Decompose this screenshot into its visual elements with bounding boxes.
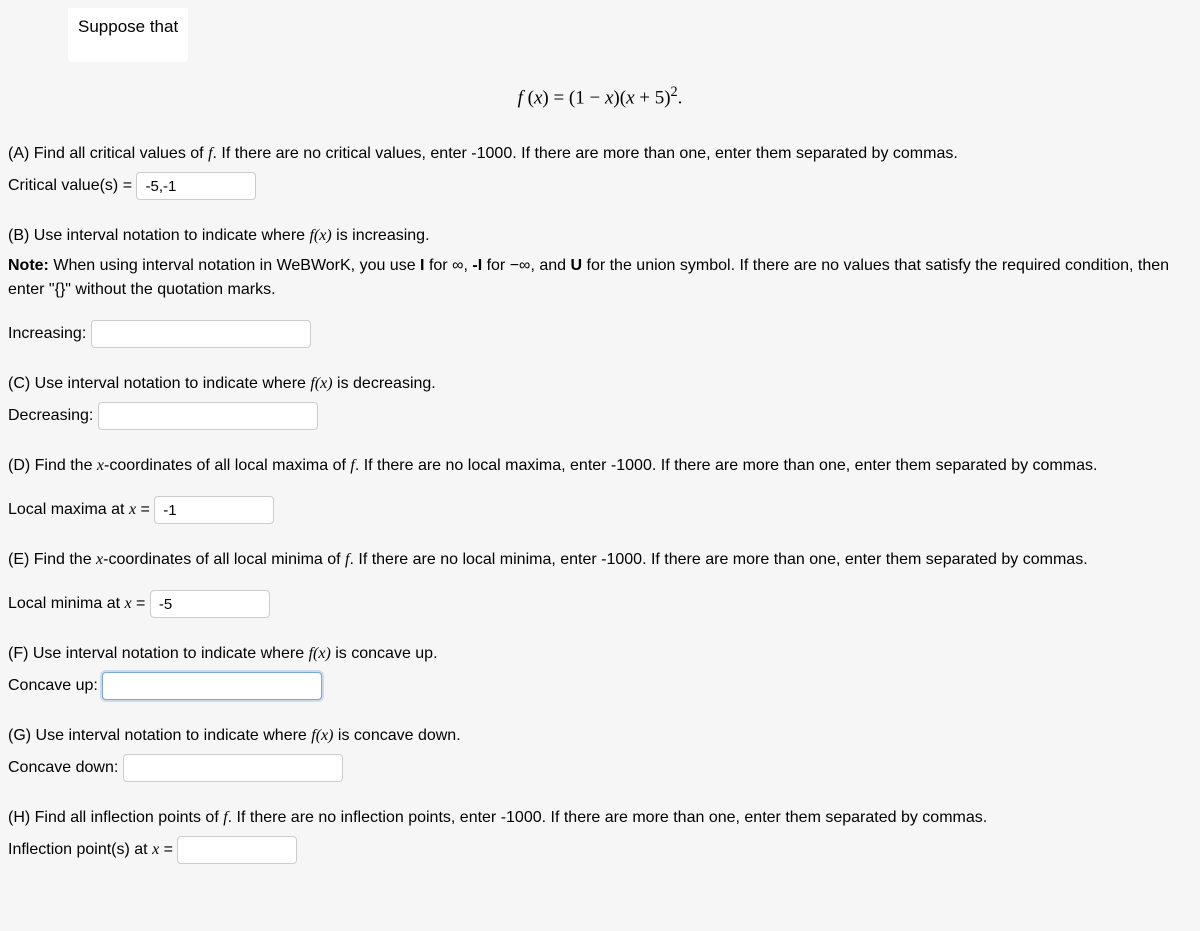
part-c-input-row: Decreasing:	[8, 402, 1192, 430]
part-a-input-row: Critical value(s) =	[8, 172, 1192, 200]
part-a: (A) Find all critical values of f. If th…	[8, 142, 1192, 200]
part-b: (B) Use interval notation to indicate wh…	[8, 224, 1192, 348]
fx-symbol-g: f(x)	[311, 727, 333, 744]
concave-up-label: Concave up:	[8, 678, 98, 695]
part-h: (H) Find all inflection points of f. If …	[8, 806, 1192, 864]
part-g-prompt: (G) Use interval notation to indicate wh…	[8, 724, 1192, 748]
inflection-label-after: =	[159, 842, 177, 859]
note-u: U	[570, 257, 582, 274]
part-a-text-after: . If there are no critical values, enter…	[213, 145, 958, 162]
part-a-text-before: (A) Find all critical values of	[8, 145, 208, 162]
part-h-text-after: . If there are no inflection points, ent…	[228, 809, 988, 826]
part-f-text-before: (F) Use interval notation to indicate wh…	[8, 645, 309, 662]
part-f: (F) Use interval notation to indicate wh…	[8, 642, 1192, 700]
inflection-input[interactable]	[177, 836, 297, 864]
intro-row: Suppose that	[8, 8, 1192, 62]
part-f-text-after: is concave up.	[331, 645, 438, 662]
part-h-prompt: (H) Find all inflection points of f. If …	[8, 806, 1192, 830]
part-e-text-before: (E) Find the	[8, 551, 96, 568]
decreasing-input[interactable]	[98, 402, 318, 430]
local-minima-input[interactable]	[150, 590, 270, 618]
part-g-text-after: is concave down.	[333, 727, 460, 744]
x-symbol-d: x	[97, 457, 104, 474]
critical-values-input[interactable]	[136, 172, 256, 200]
inflection-label-before: Inflection point(s) at	[8, 842, 152, 859]
concave-up-input[interactable]	[102, 672, 322, 700]
local-maxima-input[interactable]	[154, 496, 274, 524]
part-b-prompt: (B) Use interval notation to indicate wh…	[8, 224, 1192, 248]
part-f-prompt: (F) Use interval notation to indicate wh…	[8, 642, 1192, 666]
part-d-text-mid: -coordinates of all local maxima of	[104, 457, 350, 474]
fx-symbol-f: f(x)	[309, 645, 331, 662]
part-b-input-row: Increasing:	[8, 320, 1192, 348]
fx-symbol-b: f(x)	[309, 227, 331, 244]
part-f-input-row: Concave up:	[8, 672, 1192, 700]
fx-symbol-c: f(x)	[310, 375, 332, 392]
increasing-label: Increasing:	[8, 326, 86, 343]
part-d: (D) Find the x-coordinates of all local …	[8, 454, 1192, 524]
part-c-text-after: is decreasing.	[333, 375, 436, 392]
part-e-text-mid: -coordinates of all local minima of	[103, 551, 345, 568]
note-for-inf: for ∞,	[425, 257, 473, 274]
part-c-prompt: (C) Use interval notation to indicate wh…	[8, 372, 1192, 396]
interval-note: Note: When using interval notation in We…	[8, 254, 1192, 302]
local-maxima-label-after: =	[136, 502, 154, 519]
part-e-input-row: Local minima at x =	[8, 590, 1192, 618]
concave-down-input[interactable]	[123, 754, 343, 782]
part-b-text-after: is increasing.	[332, 227, 430, 244]
part-c: (C) Use interval notation to indicate wh…	[8, 372, 1192, 430]
part-a-prompt: (A) Find all critical values of f. If th…	[8, 142, 1192, 166]
part-e-text-after: . If there are no local minima, enter -1…	[349, 551, 1087, 568]
part-b-text-before: (B) Use interval notation to indicate wh…	[8, 227, 309, 244]
formula: f (x) = (1 − x)(x + 5)2.	[8, 82, 1192, 113]
part-d-input-row: Local maxima at x =	[8, 496, 1192, 524]
local-minima-label-before: Local minima at	[8, 596, 125, 613]
x-symbol-d2: x	[129, 502, 136, 519]
local-maxima-label-before: Local maxima at	[8, 502, 129, 519]
part-g-text-before: (G) Use interval notation to indicate wh…	[8, 727, 311, 744]
part-g-input-row: Concave down:	[8, 754, 1192, 782]
note-for-neginf: for −∞, and	[482, 257, 570, 274]
part-d-prompt: (D) Find the x-coordinates of all local …	[8, 454, 1192, 478]
part-c-text-before: (C) Use interval notation to indicate wh…	[8, 375, 310, 392]
concave-down-label: Concave down:	[8, 760, 118, 777]
increasing-input[interactable]	[91, 320, 311, 348]
part-e-prompt: (E) Find the x-coordinates of all local …	[8, 548, 1192, 572]
local-minima-label-after: =	[132, 596, 150, 613]
part-d-text-before: (D) Find the	[8, 457, 97, 474]
part-h-input-row: Inflection point(s) at x =	[8, 836, 1192, 864]
decreasing-label: Decreasing:	[8, 408, 93, 425]
critical-values-label: Critical value(s) =	[8, 178, 136, 195]
note-prefix: Note:	[8, 257, 49, 274]
x-symbol-e2: x	[125, 596, 132, 613]
problem-container: Suppose that f (x) = (1 − x)(x + 5)2. (A…	[0, 0, 1200, 896]
note-body: When using interval notation in WeBWorK,…	[49, 257, 420, 274]
part-g: (G) Use interval notation to indicate wh…	[8, 724, 1192, 782]
note-neg-i: -I	[472, 257, 482, 274]
part-d-text-after: . If there are no local maxima, enter -1…	[355, 457, 1098, 474]
intro-text: Suppose that	[68, 8, 188, 62]
part-e: (E) Find the x -coordinates of all local …	[8, 548, 1192, 618]
part-h-text-before: (H) Find all inflection points of	[8, 809, 223, 826]
